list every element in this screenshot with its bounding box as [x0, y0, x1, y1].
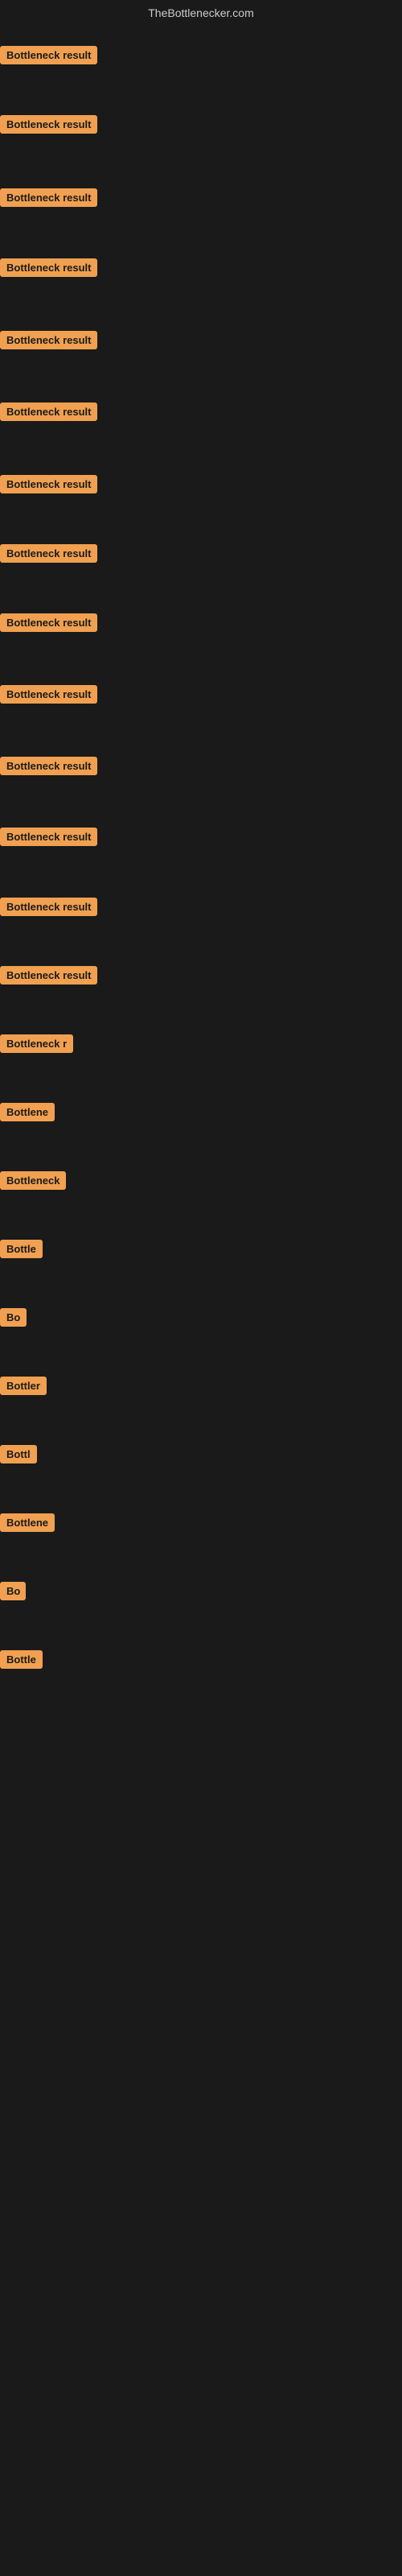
badge-container-7: Bottleneck result: [0, 475, 97, 497]
badge-container-21: Bottl: [0, 1445, 37, 1468]
badge-container-18: Bottle: [0, 1240, 43, 1262]
bottleneck-result-badge-20[interactable]: Bottler: [0, 1377, 47, 1395]
bottleneck-result-badge-4[interactable]: Bottleneck result: [0, 258, 97, 277]
bottleneck-result-badge-15[interactable]: Bottleneck r: [0, 1034, 73, 1053]
badge-container-19: Bo: [0, 1308, 27, 1331]
bottleneck-result-badge-22[interactable]: Bottlene: [0, 1513, 55, 1532]
bottleneck-result-badge-14[interactable]: Bottleneck result: [0, 966, 97, 985]
badge-container-22: Bottlene: [0, 1513, 55, 1536]
badge-container-6: Bottleneck result: [0, 402, 97, 425]
bottleneck-result-badge-24[interactable]: Bottle: [0, 1650, 43, 1669]
badge-container-4: Bottleneck result: [0, 258, 97, 281]
bottleneck-result-badge-9[interactable]: Bottleneck result: [0, 613, 97, 632]
bottleneck-result-badge-16[interactable]: Bottlene: [0, 1103, 55, 1121]
badge-container-20: Bottler: [0, 1377, 47, 1399]
badge-container-16: Bottlene: [0, 1103, 55, 1125]
bottleneck-result-badge-17[interactable]: Bottleneck: [0, 1171, 66, 1190]
badge-container-8: Bottleneck result: [0, 544, 97, 567]
badge-container-13: Bottleneck result: [0, 898, 97, 920]
badge-container-10: Bottleneck result: [0, 685, 97, 708]
badge-container-9: Bottleneck result: [0, 613, 97, 636]
badge-container-15: Bottleneck r: [0, 1034, 73, 1057]
badge-container-24: Bottle: [0, 1650, 43, 1673]
site-title: TheBottlenecker.com: [0, 0, 402, 23]
badge-container-12: Bottleneck result: [0, 828, 97, 850]
bottleneck-result-badge-3[interactable]: Bottleneck result: [0, 188, 97, 207]
bottleneck-result-badge-7[interactable]: Bottleneck result: [0, 475, 97, 493]
bottleneck-result-badge-8[interactable]: Bottleneck result: [0, 544, 97, 563]
badge-container-23: Bo: [0, 1582, 26, 1604]
bottleneck-result-badge-10[interactable]: Bottleneck result: [0, 685, 97, 704]
bottleneck-result-badge-19[interactable]: Bo: [0, 1308, 27, 1327]
badge-container-1: Bottleneck result: [0, 46, 97, 68]
bottleneck-result-badge-13[interactable]: Bottleneck result: [0, 898, 97, 916]
bottleneck-result-badge-18[interactable]: Bottle: [0, 1240, 43, 1258]
bottleneck-result-badge-6[interactable]: Bottleneck result: [0, 402, 97, 421]
badge-container-17: Bottleneck: [0, 1171, 66, 1194]
badge-container-5: Bottleneck result: [0, 331, 97, 353]
badge-container-11: Bottleneck result: [0, 757, 97, 779]
bottleneck-result-badge-21[interactable]: Bottl: [0, 1445, 37, 1463]
badge-container-14: Bottleneck result: [0, 966, 97, 989]
bottleneck-result-badge-11[interactable]: Bottleneck result: [0, 757, 97, 775]
bottleneck-result-badge-5[interactable]: Bottleneck result: [0, 331, 97, 349]
bottleneck-result-badge-2[interactable]: Bottleneck result: [0, 115, 97, 134]
badge-container-3: Bottleneck result: [0, 188, 97, 211]
bottleneck-result-badge-12[interactable]: Bottleneck result: [0, 828, 97, 846]
bottleneck-result-badge-1[interactable]: Bottleneck result: [0, 46, 97, 64]
bottleneck-result-badge-23[interactable]: Bo: [0, 1582, 26, 1600]
badge-container-2: Bottleneck result: [0, 115, 97, 138]
